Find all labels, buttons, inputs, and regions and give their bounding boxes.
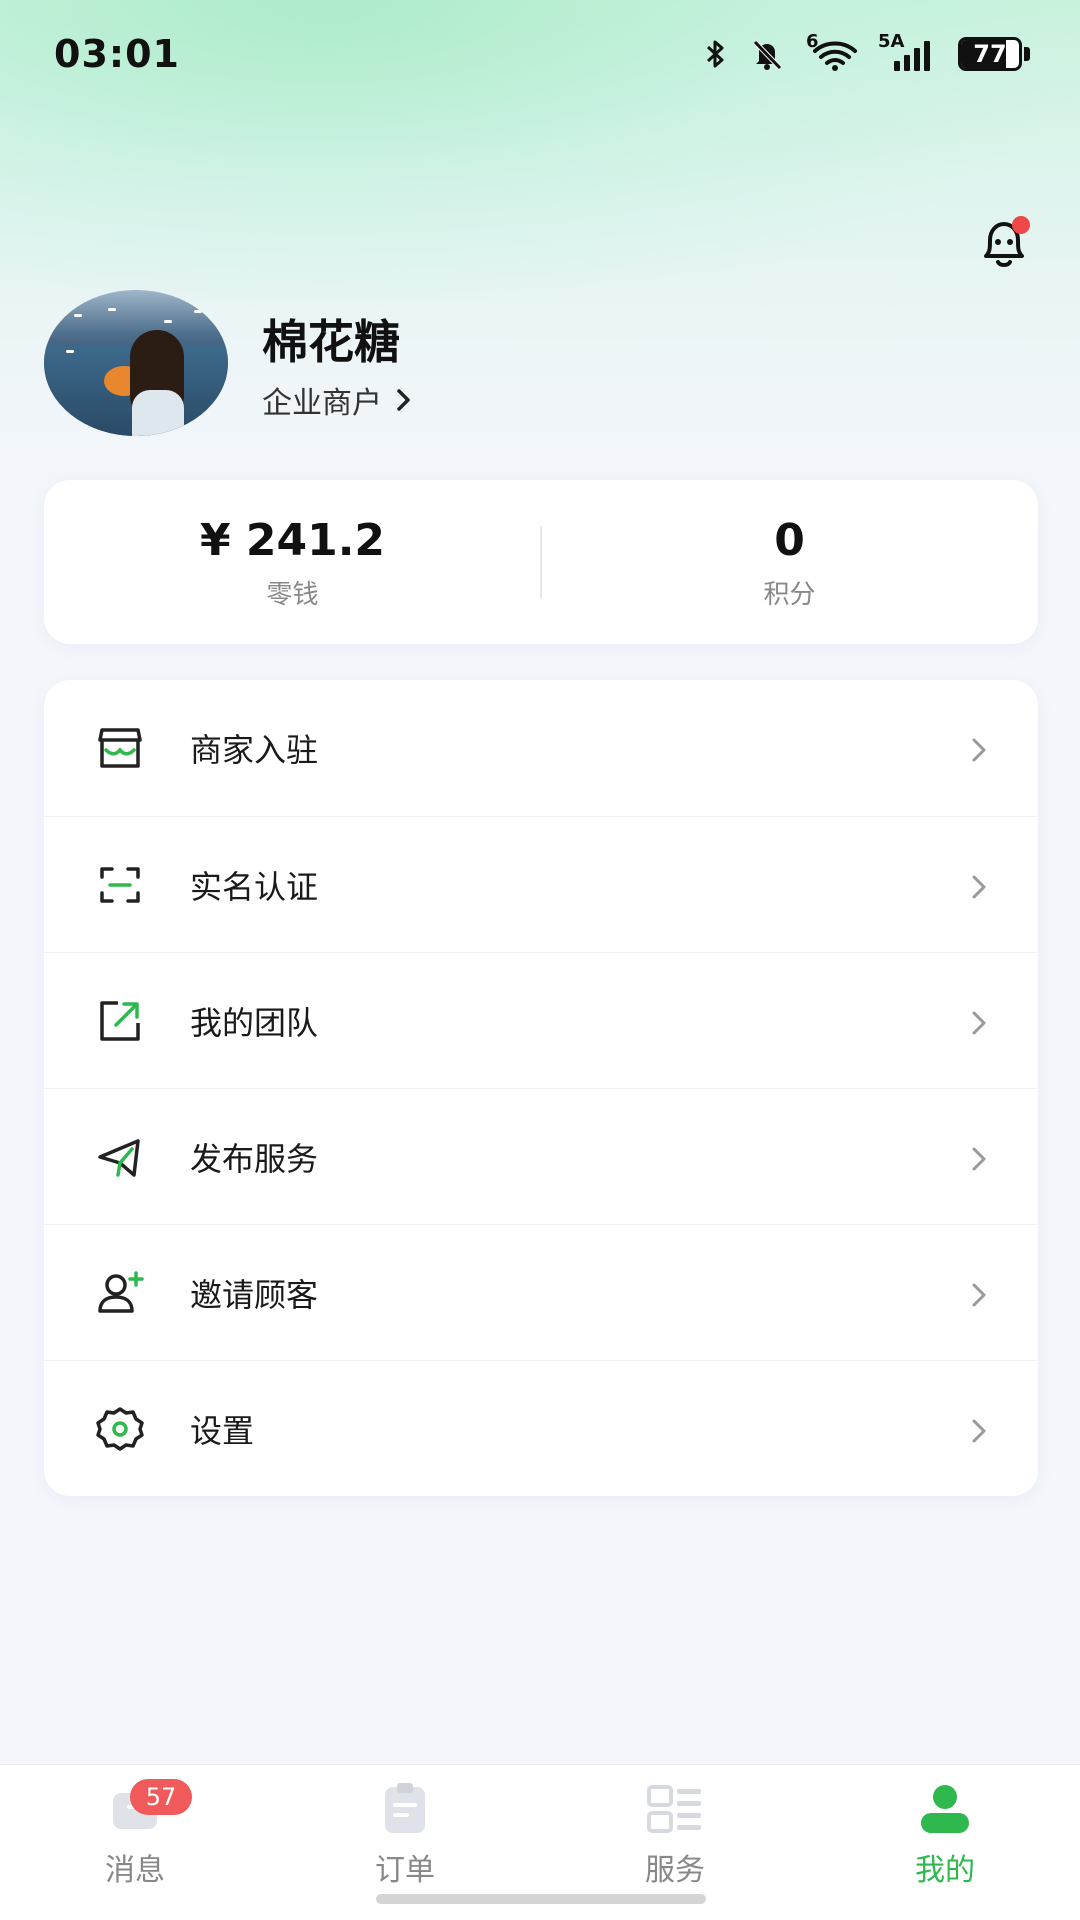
chevron-right-icon <box>972 738 986 762</box>
nav-label: 订单 <box>375 1853 435 1888</box>
menu-item-invite-customer[interactable]: 邀请顾客 <box>44 1224 1038 1360</box>
nav-tab-services[interactable]: 服务 <box>540 1781 810 1889</box>
status-icons: 6 5A 77 <box>704 31 1030 72</box>
chevron-right-icon <box>972 1011 986 1035</box>
menu-item-publish-service[interactable]: 发布服务 <box>44 1088 1038 1224</box>
nav-tab-orders[interactable]: 订单 <box>270 1781 540 1889</box>
menu-item-label: 实名认证 <box>190 867 319 906</box>
clipboard-icon <box>385 1783 425 1833</box>
menu-item-merchant-join[interactable]: 商家入驻 <box>44 680 1038 816</box>
send-icon <box>98 1139 140 1177</box>
chevron-right-icon <box>972 875 986 899</box>
user-type-label: 企业商户 <box>262 386 382 421</box>
signal-icon <box>894 41 930 71</box>
store-icon <box>98 728 142 768</box>
menu-item-settings[interactable]: 设置 <box>44 1360 1038 1496</box>
battery-icon: 77 <box>958 37 1030 71</box>
home-indicator <box>376 1894 706 1904</box>
balance-value: ¥ 241.2 <box>199 515 386 566</box>
menu-item-label: 邀请顾客 <box>190 1275 319 1314</box>
cellular-indicator: 5A <box>878 31 936 71</box>
balance-label: 零钱 <box>266 580 319 610</box>
wifi-indicator: 6 <box>806 31 857 71</box>
points-stat[interactable]: 0 积分 <box>541 514 1038 611</box>
menu-item-label: 发布服务 <box>190 1139 319 1178</box>
chevron-right-icon <box>972 1419 986 1443</box>
wallet-card: ¥ 241.2 零钱 0 积分 <box>44 480 1038 644</box>
status-time: 03:01 <box>54 32 180 76</box>
share-icon <box>100 1001 140 1041</box>
points-label: 积分 <box>763 580 816 610</box>
status-bar: 03:01 6 5A 77 <box>0 0 1080 110</box>
battery-level-text: 77 <box>973 40 1007 68</box>
unread-badge: 57 <box>130 1779 192 1815</box>
add-user-icon <box>98 1271 144 1313</box>
chevron-right-icon <box>972 1283 986 1307</box>
nav-label: 我的 <box>915 1853 975 1888</box>
mute-bell-icon <box>753 40 782 70</box>
menu-card: 商家入驻 实名认证 我的团队 发布服务 邀请顾客 设置 <box>44 680 1038 1496</box>
notification-button[interactable] <box>972 212 1036 276</box>
gear-icon <box>96 1407 144 1451</box>
balance-stat[interactable]: ¥ 241.2 零钱 <box>44 514 541 611</box>
bluetooth-icon <box>706 40 724 68</box>
points-value: 0 <box>774 515 805 566</box>
grid-list-icon <box>647 1785 701 1833</box>
nav-tab-messages[interactable]: 消息 57 <box>0 1779 270 1889</box>
nav-tab-profile[interactable]: 我的 <box>810 1781 1080 1889</box>
wifi-icon <box>813 41 857 71</box>
menu-item-verification[interactable]: 实名认证 <box>44 816 1038 952</box>
chevron-right-icon <box>972 1147 986 1171</box>
avatar[interactable] <box>44 290 228 436</box>
menu-item-label: 设置 <box>190 1411 255 1450</box>
user-type-link[interactable]: 企业商户 <box>262 378 412 422</box>
menu-item-label: 我的团队 <box>190 1003 319 1042</box>
chevron-right-icon <box>397 389 410 411</box>
scan-icon <box>100 867 140 903</box>
notification-dot <box>1012 216 1030 234</box>
menu-item-my-team[interactable]: 我的团队 <box>44 952 1038 1088</box>
menu-item-label: 商家入驻 <box>190 731 319 769</box>
nav-label: 消息 <box>105 1853 165 1888</box>
nav-label: 服务 <box>645 1853 705 1888</box>
profile-icon <box>921 1785 969 1833</box>
username: 棉花糖 <box>262 315 400 369</box>
